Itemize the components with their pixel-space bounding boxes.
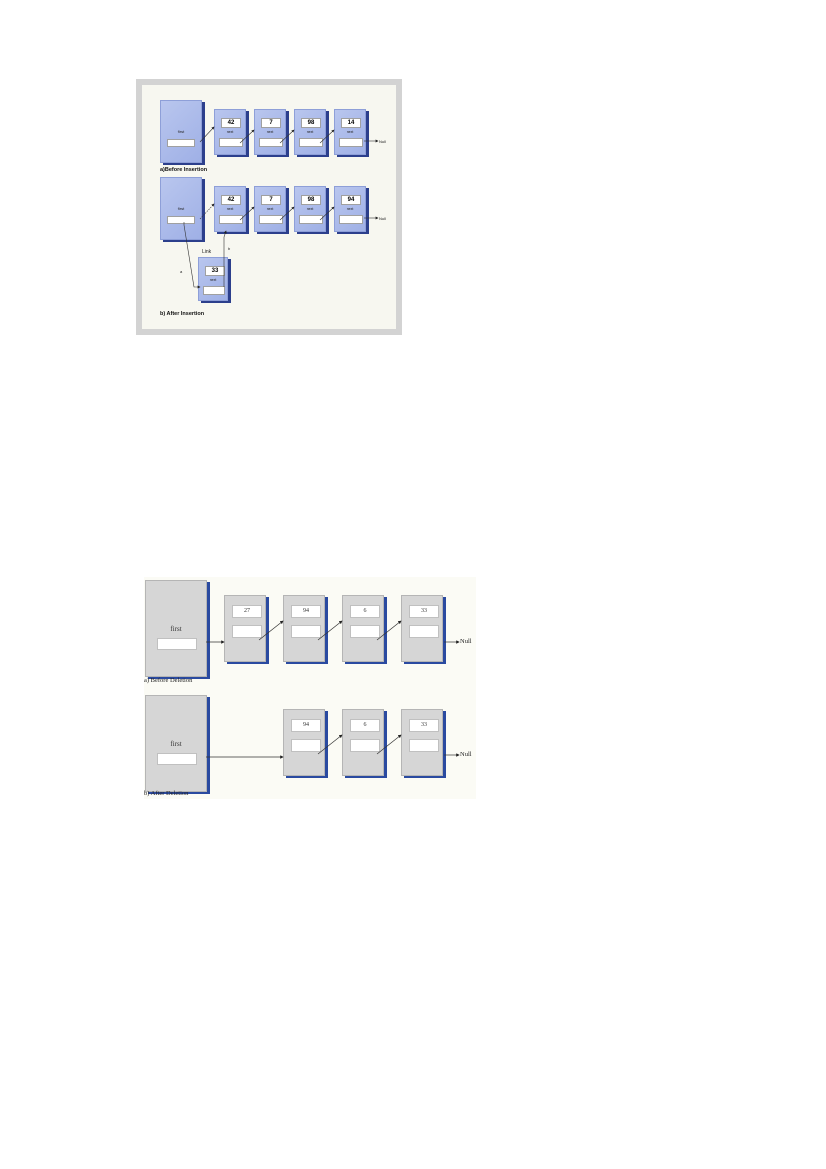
- arrow-node2-to-node3: [317, 620, 343, 641]
- arrow-node2-to-node3: [279, 206, 295, 221]
- arrow-node2-to-node3: [376, 734, 402, 755]
- arrow-new-node-to-node1: [223, 230, 227, 287]
- arrow-node3-to-node4: [319, 129, 335, 144]
- insertion-figure: first 42 next 7 next 98 next 14 next Nul…: [136, 79, 402, 335]
- arrow-node3-to-node4: [376, 620, 402, 641]
- arrow-first-to-node1: [199, 126, 215, 143]
- arrow-node1-to-node2: [239, 129, 255, 144]
- arrow-node1-to-node2: [258, 620, 284, 641]
- deletion-figure: first 27 94 6 33 Null a) Before Deletion…: [144, 577, 476, 799]
- arrow-first-to-new-node: [183, 222, 201, 289]
- arrow-node1-to-node2: [317, 734, 343, 755]
- arrow-node2-to-node3: [279, 129, 295, 144]
- arrow-first-to-node1-old: [199, 203, 215, 220]
- deletion-arrows: [206, 620, 460, 759]
- arrow-node3-to-node4: [319, 206, 335, 221]
- arrow-node1-to-node2: [239, 206, 255, 221]
- insertion-arrows: [183, 126, 379, 289]
- insertion-figure-canvas: first 42 next 7 next 98 next 14 next Nul…: [142, 85, 396, 329]
